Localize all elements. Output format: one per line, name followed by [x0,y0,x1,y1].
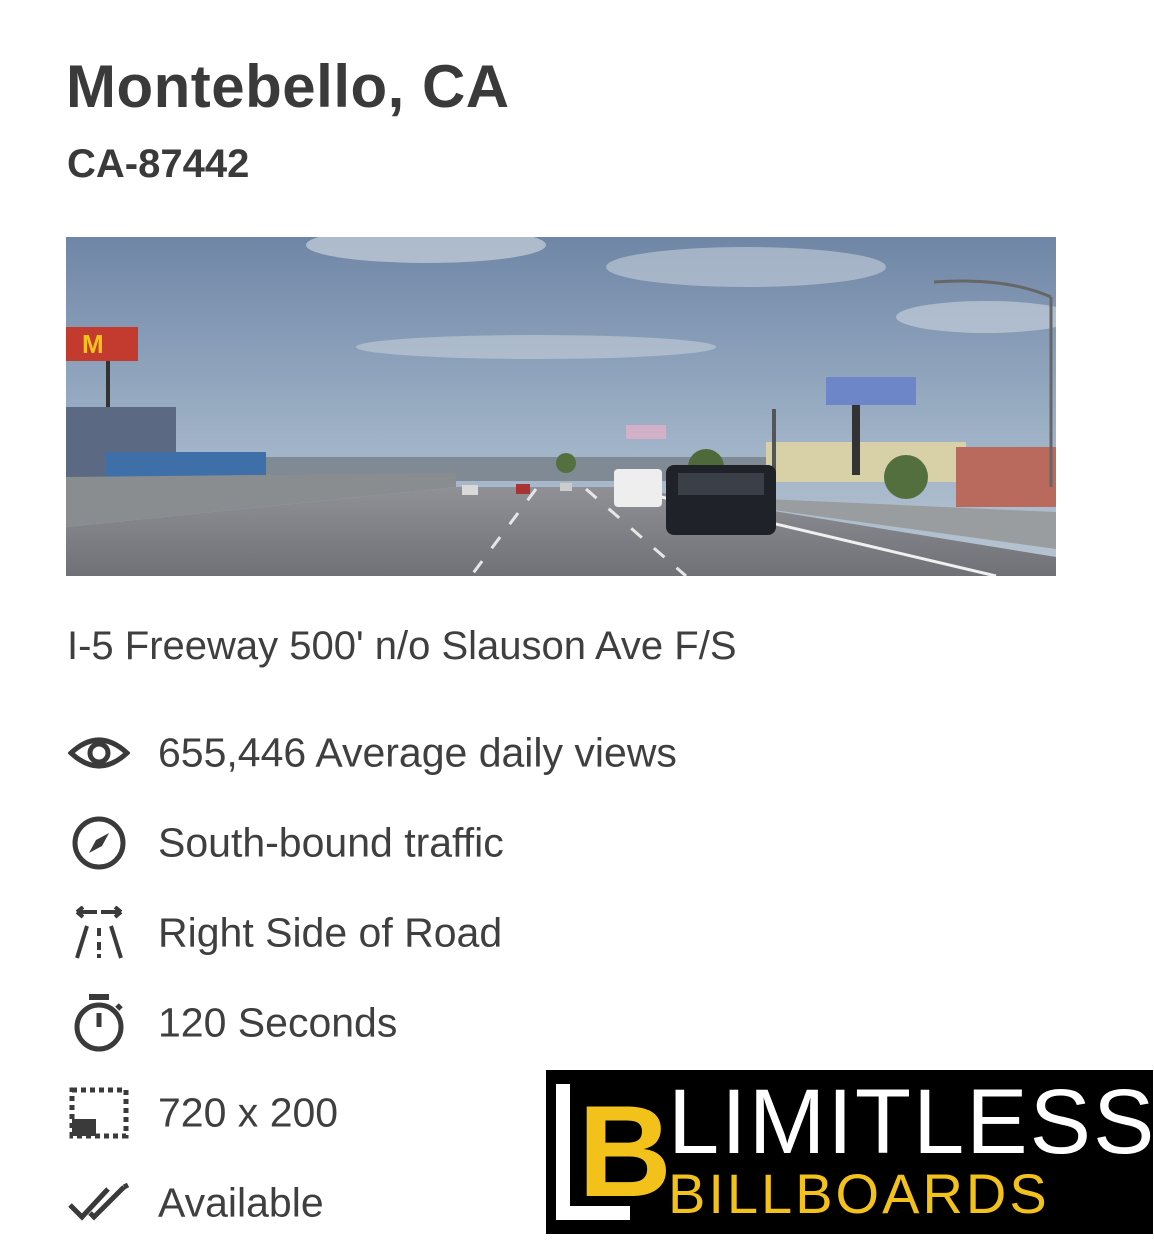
dimensions-icon [66,1083,132,1143]
logo-monogram-l-stroke [556,1084,570,1220]
duration-text: 120 Seconds [158,999,398,1046]
billboard-photo: M [66,237,1056,576]
detail-row-direction: South-bound traffic [66,813,766,873]
svg-text:M: M [82,329,104,359]
logo-word-limitless: LIMITLESS [668,1071,1153,1173]
stopwatch-icon [66,993,132,1053]
size-text: 720 x 200 [158,1089,339,1136]
road-side-icon [66,903,132,963]
availability-text: Available [158,1179,324,1226]
eye-icon [66,723,132,783]
compass-icon [66,813,132,873]
side-text: Right Side of Road [158,909,503,956]
detail-row-side: Right Side of Road [66,903,766,963]
double-check-icon [66,1173,132,1233]
logo-word-billboards: BILLBOARDS [668,1162,1050,1225]
detail-row-views: 655,446 Average daily views [66,723,766,783]
logo-monogram-b: B [578,1078,672,1224]
page-title: Montebello, CA [66,53,510,120]
limitless-billboards-logo: B LIMITLESS BILLBOARDS [546,1070,1153,1234]
listing-code: CA-87442 [67,142,250,186]
freeway-photo-illustration: M [66,237,1056,576]
detail-row-duration: 120 Seconds [66,993,766,1053]
views-text: 655,446 Average daily views [158,729,677,776]
address: I-5 Freeway 500' n/o Slauson Ave F/S [67,624,737,668]
direction-text: South-bound traffic [158,819,504,866]
